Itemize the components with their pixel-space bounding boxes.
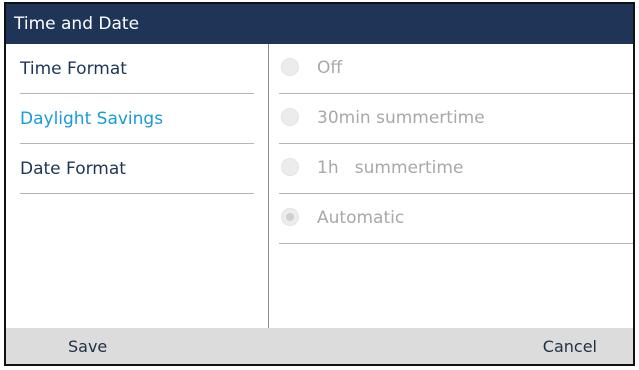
radio-button-icon[interactable] — [281, 58, 299, 76]
menu-item-daylight-savings[interactable]: Daylight Savings — [20, 94, 254, 144]
option-label: 1h summertime — [317, 158, 464, 178]
option-automatic[interactable]: Automatic — [279, 194, 633, 244]
option-label: Automatic — [317, 208, 405, 228]
settings-menu: Time Format Daylight Savings Date Format — [6, 44, 269, 328]
title-bar: Time and Date — [6, 4, 633, 44]
daylight-savings-options: Off 30min summertime 1h summertime Autom… — [269, 44, 633, 328]
option-label: 30min summertime — [317, 108, 485, 128]
option-1h-summertime[interactable]: 1h summertime — [279, 144, 633, 194]
radio-button-icon[interactable] — [281, 108, 299, 126]
save-button[interactable]: Save — [68, 328, 107, 364]
menu-item-label: Time Format — [20, 59, 127, 79]
cancel-button[interactable]: Cancel — [543, 328, 597, 364]
option-off[interactable]: Off — [279, 44, 633, 94]
radio-button-selected-icon[interactable] — [281, 208, 299, 226]
page-title: Time and Date — [14, 14, 140, 34]
phone-screen: Time and Date Time Format Daylight Savin… — [4, 2, 635, 366]
softkey-bar: Save Cancel — [6, 328, 633, 364]
menu-item-date-format[interactable]: Date Format — [20, 144, 254, 194]
menu-item-label: Date Format — [20, 159, 126, 179]
menu-item-time-format[interactable]: Time Format — [20, 44, 254, 94]
option-label: Off — [317, 58, 343, 78]
menu-item-label: Daylight Savings — [20, 109, 164, 129]
option-30min-summertime[interactable]: 30min summertime — [279, 94, 633, 144]
content-area: Time Format Daylight Savings Date Format… — [6, 44, 633, 328]
radio-button-icon[interactable] — [281, 158, 299, 176]
